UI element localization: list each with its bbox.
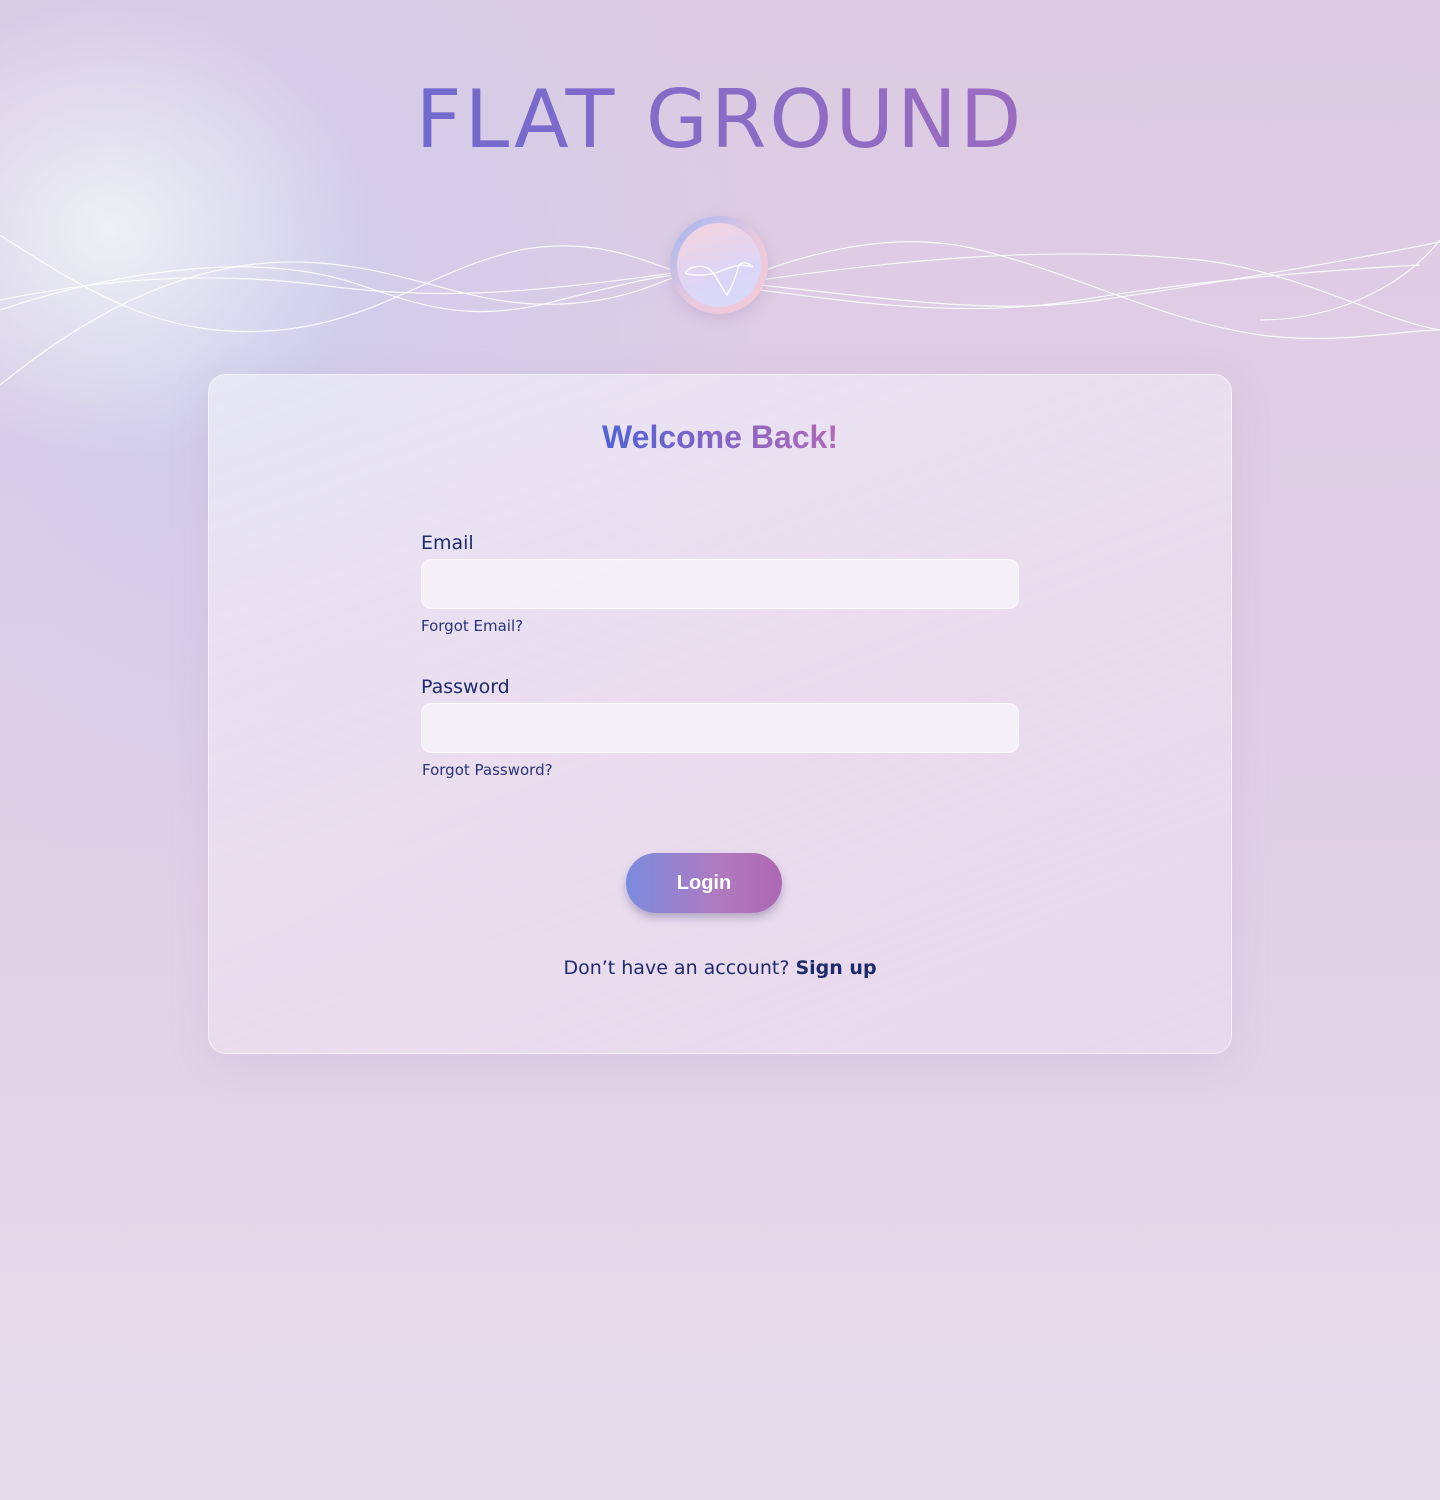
- forgot-password-link[interactable]: Forgot Password?: [422, 760, 553, 780]
- card-title-text: Welcome Back!: [602, 419, 838, 455]
- password-label: Password: [421, 676, 510, 698]
- forgot-email-link[interactable]: Forgot Email?: [421, 616, 523, 636]
- card-title: Welcome Back!: [209, 417, 1231, 457]
- logo-emblem: [670, 216, 768, 314]
- email-field[interactable]: [421, 559, 1019, 609]
- brand-title: FLAT GROUND: [0, 72, 1440, 168]
- signup-link[interactable]: Sign up: [795, 957, 876, 979]
- login-card: Welcome Back! Email Forgot Email? Passwo…: [208, 374, 1232, 1054]
- email-label: Email: [421, 532, 474, 554]
- wave-checkmark-emblem-icon: [677, 223, 761, 307]
- login-button[interactable]: Login: [626, 853, 782, 913]
- signup-prompt: Don’t have an account?: [563, 957, 790, 979]
- password-field[interactable]: [421, 703, 1019, 753]
- signup-row: Don’t have an account? Sign up: [209, 955, 1231, 981]
